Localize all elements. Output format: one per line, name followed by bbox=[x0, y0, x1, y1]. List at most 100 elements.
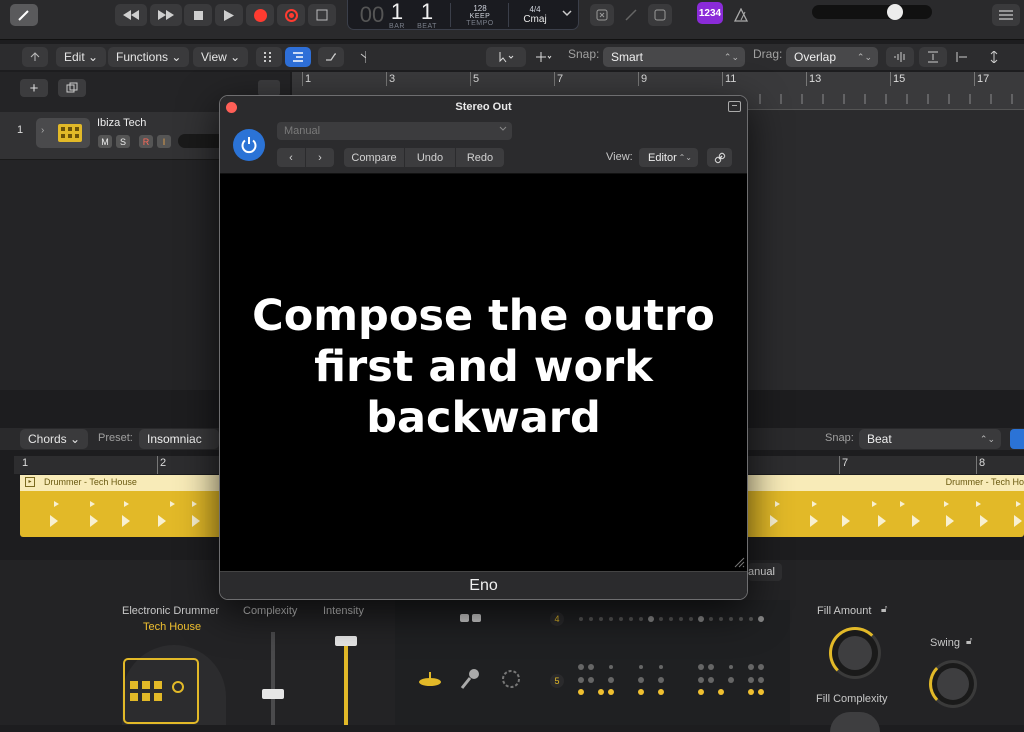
duplicate-track-icon[interactable] bbox=[58, 79, 86, 97]
capture-record-button[interactable] bbox=[277, 4, 305, 26]
chevron-right-icon[interactable]: › bbox=[41, 125, 44, 136]
editor-mode-label: Chords bbox=[28, 432, 67, 446]
grid-view-icon[interactable] bbox=[256, 47, 282, 67]
master-volume-slider[interactable] bbox=[812, 5, 932, 19]
list-editors-icon[interactable] bbox=[992, 4, 1020, 26]
back-icon[interactable] bbox=[22, 47, 48, 67]
solo-icon[interactable] bbox=[648, 4, 672, 26]
shaker-icon[interactable] bbox=[459, 668, 481, 690]
next-preset-button[interactable]: › bbox=[306, 148, 334, 167]
complexity-slider-thumb[interactable] bbox=[262, 689, 284, 699]
edit-menu[interactable]: Edit ⌄ bbox=[56, 47, 107, 67]
intensity-label: Intensity bbox=[323, 605, 364, 617]
move-tool-icon[interactable] bbox=[528, 47, 560, 67]
tempo-mode: KEEP bbox=[469, 12, 491, 20]
functions-menu[interactable]: Functions ⌄ bbox=[108, 47, 190, 67]
editor-ruler-mark: 8 bbox=[979, 457, 986, 469]
editor-mode-select[interactable]: Chords ⌄ bbox=[20, 429, 89, 449]
fill-amount-knob[interactable] bbox=[829, 627, 881, 679]
swing-knob[interactable] bbox=[929, 660, 977, 708]
cymbal-icon[interactable] bbox=[418, 670, 442, 688]
mute-button[interactable]: M bbox=[98, 135, 112, 148]
ruler-mark: 15 bbox=[893, 73, 906, 85]
list-view-icon[interactable] bbox=[285, 47, 311, 67]
editor-snap-value: Beat bbox=[867, 432, 892, 446]
lcd-display[interactable]: 00 1 BAR 1 BEAT 128 KEEP TEMPO 4/4 Cmaj bbox=[347, 0, 579, 30]
waveform-zoom-icon[interactable] bbox=[886, 47, 914, 67]
view-select[interactable]: Editor ⌃⌄ bbox=[639, 148, 698, 167]
complexity-slider-track[interactable] bbox=[271, 632, 275, 725]
plugin-link-window-icon[interactable] bbox=[728, 101, 741, 112]
flex-icon[interactable] bbox=[352, 47, 374, 67]
beat-label: BEAT bbox=[417, 22, 437, 30]
solo-button[interactable]: S bbox=[116, 135, 130, 148]
rewind-button[interactable] bbox=[115, 4, 147, 26]
metronome-settings-icon[interactable] bbox=[308, 4, 336, 26]
master-volume-knob[interactable] bbox=[887, 4, 903, 20]
catch-playhead-button[interactable] bbox=[1010, 429, 1024, 449]
track-number: 1 bbox=[17, 124, 24, 136]
ruler-mark: 17 bbox=[977, 73, 990, 85]
region-loop-icon: ▸ bbox=[25, 477, 35, 487]
add-track-button[interactable]: + bbox=[20, 79, 48, 97]
track-name[interactable]: Ibiza Tech bbox=[97, 117, 146, 129]
snap-value: Smart bbox=[611, 50, 644, 64]
fill-complexity-label: Fill Complexity bbox=[816, 693, 888, 705]
tuner-icon[interactable] bbox=[618, 4, 644, 26]
hi-hat-icon[interactable] bbox=[459, 612, 483, 626]
swing-label: Swing bbox=[930, 637, 960, 649]
global-tracks-icon[interactable] bbox=[258, 80, 280, 96]
ruler-mark: 9 bbox=[641, 73, 648, 85]
preset-dropdown[interactable]: Manual bbox=[277, 122, 512, 140]
editor-snap-select[interactable]: Beat ⌃⌄ bbox=[859, 429, 1001, 449]
intensity-slider-thumb[interactable] bbox=[335, 636, 357, 646]
preset-select[interactable]: Insomniac bbox=[139, 429, 219, 449]
chevron-down-icon[interactable] bbox=[562, 9, 572, 17]
tracks-toolbar: Edit ⌄ Functions ⌄ View ⌄ Snap: Smart ⌃⌄ … bbox=[0, 44, 1024, 70]
input-monitor-button[interactable]: I bbox=[157, 135, 171, 148]
track-icon-frame[interactable]: › bbox=[36, 118, 90, 148]
previous-preset-button[interactable]: ‹ bbox=[277, 148, 305, 167]
ruler-mark: 1 bbox=[305, 73, 312, 85]
ruler-mark: 3 bbox=[389, 73, 396, 85]
redo-button[interactable]: Redo bbox=[456, 148, 504, 167]
play-button[interactable] bbox=[215, 4, 243, 26]
region-name: Drummer - Tech House bbox=[44, 477, 137, 487]
editor-snap-label: Snap: bbox=[825, 432, 854, 444]
compare-button[interactable]: Compare bbox=[344, 148, 404, 167]
tambourine-icon[interactable] bbox=[500, 668, 522, 690]
undo-button[interactable]: Undo bbox=[405, 148, 455, 167]
plugin-message: Compose the outro first and work backwar… bbox=[252, 291, 715, 443]
drag-select[interactable]: Overlap ⌃⌄ bbox=[786, 47, 878, 67]
intensity-slider-track[interactable] bbox=[344, 638, 348, 725]
editor-ruler-mark: 2 bbox=[160, 457, 167, 469]
fill-amount-lock-icon[interactable]: 🔓︎ bbox=[881, 604, 887, 615]
vertical-zoom-icon[interactable] bbox=[919, 47, 947, 67]
link-icon[interactable] bbox=[707, 148, 732, 167]
stop-button[interactable] bbox=[184, 4, 212, 26]
fast-forward-button[interactable] bbox=[150, 4, 182, 26]
snap-select[interactable]: Smart ⌃⌄ bbox=[603, 47, 745, 67]
replace-icon[interactable] bbox=[590, 4, 614, 26]
pointer-tool-icon[interactable] bbox=[486, 47, 526, 67]
row-5-badge: 5 bbox=[550, 674, 564, 688]
count-in-button[interactable]: 1234 bbox=[697, 2, 723, 24]
swing-lock-icon[interactable]: 🔓︎ bbox=[966, 636, 972, 647]
fill-amount-label: Fill Amount bbox=[817, 605, 872, 617]
bar-label: BAR bbox=[389, 22, 405, 30]
power-button[interactable] bbox=[233, 129, 265, 161]
horizontal-zoom-icon[interactable] bbox=[948, 47, 976, 67]
zoom-slider-icon[interactable] bbox=[982, 47, 1006, 67]
bar-prefix: 00 bbox=[359, 2, 385, 27]
resize-handle-icon[interactable] bbox=[733, 556, 745, 568]
drummer-style: Tech House bbox=[143, 621, 202, 633]
record-button[interactable] bbox=[246, 4, 274, 26]
editor-ruler-mark: 7 bbox=[842, 457, 849, 469]
metronome-icon[interactable] bbox=[728, 4, 754, 26]
region-name-right: Drummer - Tech Ho bbox=[945, 477, 1024, 487]
view-menu[interactable]: View ⌄ bbox=[193, 47, 249, 67]
record-enable-button[interactable]: R bbox=[139, 135, 153, 148]
automation-icon[interactable] bbox=[318, 47, 344, 67]
pencil-tool-icon[interactable] bbox=[10, 4, 38, 26]
manual-button[interactable]: anual bbox=[748, 563, 782, 581]
